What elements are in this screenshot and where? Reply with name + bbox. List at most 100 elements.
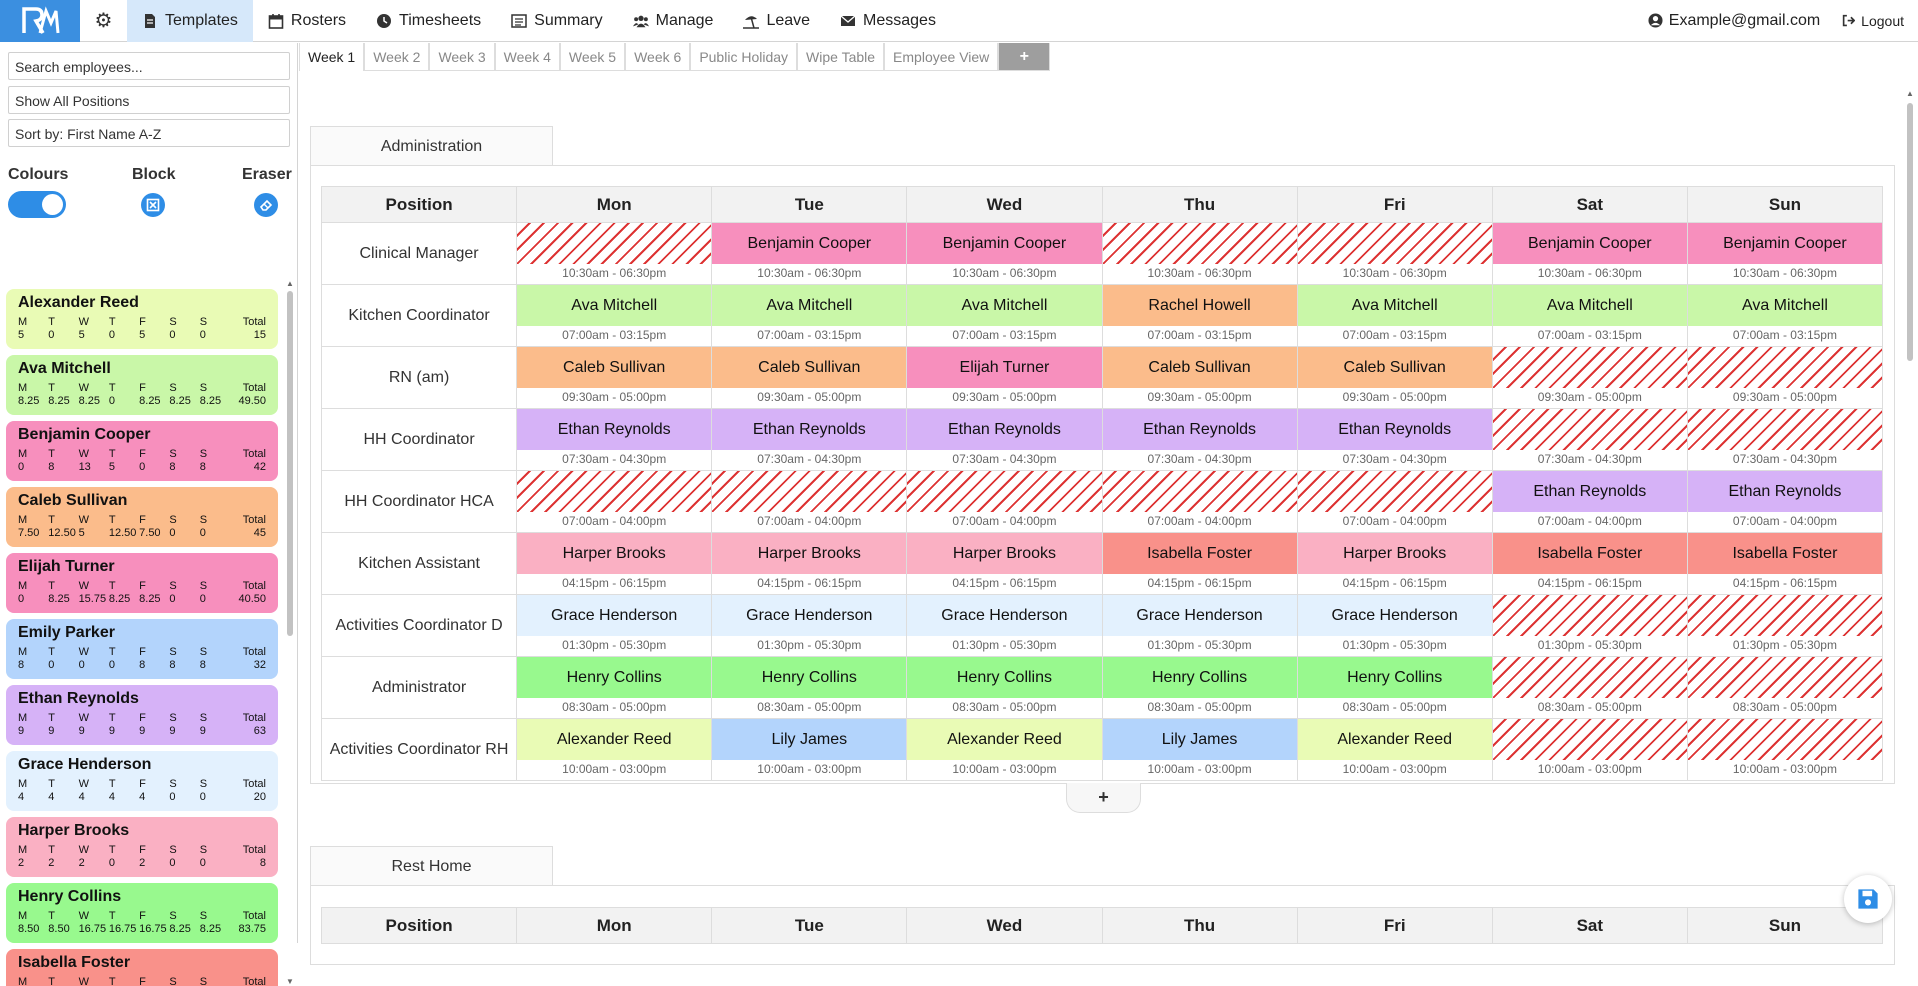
assigned-employee[interactable]: Ava Mitchell [1492, 285, 1687, 326]
shift-cell[interactable]: Ava Mitchell 07:00am - 03:15pm [1296, 284, 1493, 347]
employee-card[interactable]: Isabella Foster M T W T F S S Total [6, 949, 278, 986]
employee-card[interactable]: Grace Henderson M T W T F S S Total 4 4 4 4 4 0 0 20 [6, 751, 278, 811]
blocked-shift[interactable] [1297, 471, 1492, 512]
assigned-employee[interactable]: Grace Henderson [712, 595, 907, 636]
assigned-employee[interactable]: Ethan Reynolds [517, 409, 712, 450]
shift-cell[interactable]: 08:30am - 05:00pm [1491, 656, 1688, 719]
assigned-employee[interactable]: Henry Collins [1102, 657, 1297, 698]
shift-cell[interactable]: Ava Mitchell 07:00am - 03:15pm [711, 284, 908, 347]
blocked-shift[interactable] [1102, 471, 1297, 512]
shift-cell[interactable]: 07:00am - 04:00pm [516, 470, 713, 533]
shift-cell[interactable]: Henry Collins 08:30am - 05:00pm [711, 656, 908, 719]
section-tab-rest-home[interactable]: Rest Home [310, 846, 553, 886]
shift-cell[interactable]: Ethan Reynolds 07:30am - 04:30pm [906, 408, 1103, 471]
blocked-shift[interactable] [1297, 223, 1492, 264]
blocked-shift[interactable] [712, 471, 907, 512]
shift-cell[interactable]: 09:30am - 05:00pm [1686, 346, 1884, 409]
assigned-employee[interactable]: Isabella Foster [1102, 533, 1297, 574]
assigned-employee[interactable]: Ava Mitchell [712, 285, 907, 326]
blocked-shift[interactable] [1687, 719, 1882, 760]
shift-cell[interactable]: Grace Henderson 01:30pm - 05:30pm [711, 594, 908, 657]
assigned-employee[interactable]: Henry Collins [907, 657, 1102, 698]
shift-cell[interactable]: Benjamin Cooper 10:30am - 06:30pm [711, 222, 908, 285]
shift-cell[interactable]: Caleb Sullivan 09:30am - 05:00pm [1101, 346, 1298, 409]
tab-employee-view[interactable]: Employee View [884, 43, 999, 71]
assigned-employee[interactable]: Isabella Foster [1687, 533, 1882, 574]
blocked-shift[interactable] [517, 223, 712, 264]
shift-cell[interactable]: Ethan Reynolds 07:30am - 04:30pm [711, 408, 908, 471]
shift-cell[interactable]: Elijah Turner 09:30am - 05:00pm [906, 346, 1103, 409]
assigned-employee[interactable]: Alexander Reed [517, 719, 712, 760]
tab-public-holiday[interactable]: Public Holiday [690, 43, 798, 71]
shift-cell[interactable]: 10:30am - 06:30pm [1101, 222, 1298, 285]
assigned-employee[interactable]: Rachel Howell [1102, 285, 1297, 326]
employee-list[interactable]: Alexander Reed M T W T F S S Total 5 0 5 0 5 0 0 15 Ava M… [0, 281, 284, 986]
shift-cell[interactable]: 01:30pm - 05:30pm [1686, 594, 1884, 657]
logout-button[interactable]: Logout [1842, 13, 1904, 29]
shift-cell[interactable]: 10:00am - 03:00pm [1686, 718, 1884, 781]
shift-cell[interactable]: 10:00am - 03:00pm [1491, 718, 1688, 781]
positions-filter-select[interactable]: Show All Positions [8, 86, 290, 114]
shift-cell[interactable]: 10:30am - 06:30pm [1296, 222, 1493, 285]
assigned-employee[interactable]: Grace Henderson [1102, 595, 1297, 636]
employee-card[interactable]: Emily Parker M T W T F S S Total 8 0 0 0 8 8 8 32 [6, 619, 278, 679]
shift-cell[interactable]: Grace Henderson 01:30pm - 05:30pm [906, 594, 1103, 657]
assigned-employee[interactable]: Alexander Reed [907, 719, 1102, 760]
shift-cell[interactable]: 10:30am - 06:30pm [516, 222, 713, 285]
sort-select[interactable]: Sort by: First Name A-Z [8, 119, 290, 147]
shift-cell[interactable]: Alexander Reed 10:00am - 03:00pm [906, 718, 1103, 781]
shift-cell[interactable]: Ethan Reynolds 07:00am - 04:00pm [1491, 470, 1688, 533]
shift-cell[interactable]: Ethan Reynolds 07:00am - 04:00pm [1686, 470, 1884, 533]
assigned-employee[interactable]: Caleb Sullivan [1297, 347, 1492, 388]
app-logo[interactable] [0, 0, 80, 42]
shift-cell[interactable]: Grace Henderson 01:30pm - 05:30pm [1101, 594, 1298, 657]
blocked-shift[interactable] [1492, 409, 1687, 450]
add-week-tab-button[interactable]: + [998, 43, 1051, 71]
assigned-employee[interactable]: Lily James [712, 719, 907, 760]
assigned-employee[interactable]: Grace Henderson [517, 595, 712, 636]
shift-cell[interactable]: Ethan Reynolds 07:30am - 04:30pm [1296, 408, 1493, 471]
assigned-employee[interactable]: Ethan Reynolds [712, 409, 907, 450]
assigned-employee[interactable]: Harper Brooks [1297, 533, 1492, 574]
employee-card[interactable]: Ethan Reynolds M T W T F S S Total 9 9 9 9 9 9 9 63 [6, 685, 278, 745]
shift-cell[interactable]: Henry Collins 08:30am - 05:00pm [906, 656, 1103, 719]
search-employees-input[interactable]: Search employees... [8, 52, 290, 80]
assigned-employee[interactable]: Caleb Sullivan [517, 347, 712, 388]
tab-week-6[interactable]: Week 6 [625, 43, 691, 71]
assigned-employee[interactable]: Harper Brooks [907, 533, 1102, 574]
assigned-employee[interactable]: Grace Henderson [907, 595, 1102, 636]
nav-timesheets[interactable]: Timesheets [361, 0, 496, 42]
blocked-shift[interactable] [907, 471, 1102, 512]
section-tab-administration[interactable]: Administration [310, 126, 553, 166]
employee-card[interactable]: Caleb Sullivan M T W T F S S Total 7.50 12.50 5 12.5… [6, 487, 278, 547]
user-account[interactable]: Example@gmail.com [1648, 12, 1820, 30]
shift-cell[interactable]: Ava Mitchell 07:00am - 03:15pm [516, 284, 713, 347]
assigned-employee[interactable]: Henry Collins [517, 657, 712, 698]
blocked-shift[interactable] [517, 471, 712, 512]
shift-cell[interactable]: Henry Collins 08:30am - 05:00pm [516, 656, 713, 719]
shift-cell[interactable]: Caleb Sullivan 09:30am - 05:00pm [711, 346, 908, 409]
shift-cell[interactable]: Harper Brooks 04:15pm - 06:15pm [1296, 532, 1493, 595]
assigned-employee[interactable]: Isabella Foster [1492, 533, 1687, 574]
shift-cell[interactable]: 07:00am - 04:00pm [1296, 470, 1493, 533]
assigned-employee[interactable]: Ava Mitchell [1687, 285, 1882, 326]
shift-cell[interactable]: Henry Collins 08:30am - 05:00pm [1296, 656, 1493, 719]
blocked-shift[interactable] [1102, 223, 1297, 264]
assigned-employee[interactable]: Harper Brooks [517, 533, 712, 574]
employee-card[interactable]: Harper Brooks M T W T F S S Total 2 2 2 0 2 0 0 8 [6, 817, 278, 877]
shift-cell[interactable]: Grace Henderson 01:30pm - 05:30pm [1296, 594, 1493, 657]
shift-cell[interactable]: 07:00am - 04:00pm [1101, 470, 1298, 533]
shift-cell[interactable]: Alexander Reed 10:00am - 03:00pm [516, 718, 713, 781]
assigned-employee[interactable]: Ava Mitchell [907, 285, 1102, 326]
tab-week-2[interactable]: Week 2 [364, 43, 430, 71]
shift-cell[interactable]: Caleb Sullivan 09:30am - 05:00pm [516, 346, 713, 409]
shift-cell[interactable]: Isabella Foster 04:15pm - 06:15pm [1491, 532, 1688, 595]
employee-card[interactable]: Henry Collins M T W T F S S Total 8.50 8.50 16.75 16… [6, 883, 278, 943]
assigned-employee[interactable]: Benjamin Cooper [907, 223, 1102, 264]
eraser-button[interactable] [254, 193, 278, 217]
assigned-employee[interactable]: Benjamin Cooper [1687, 223, 1882, 264]
shift-cell[interactable]: Ava Mitchell 07:00am - 03:15pm [1491, 284, 1688, 347]
shift-cell[interactable]: Isabella Foster 04:15pm - 06:15pm [1101, 532, 1298, 595]
employee-card[interactable]: Ava Mitchell M T W T F S S Total 8.25 8.25 8.25 0 8.2… [6, 355, 278, 415]
blocked-shift[interactable] [1492, 657, 1687, 698]
